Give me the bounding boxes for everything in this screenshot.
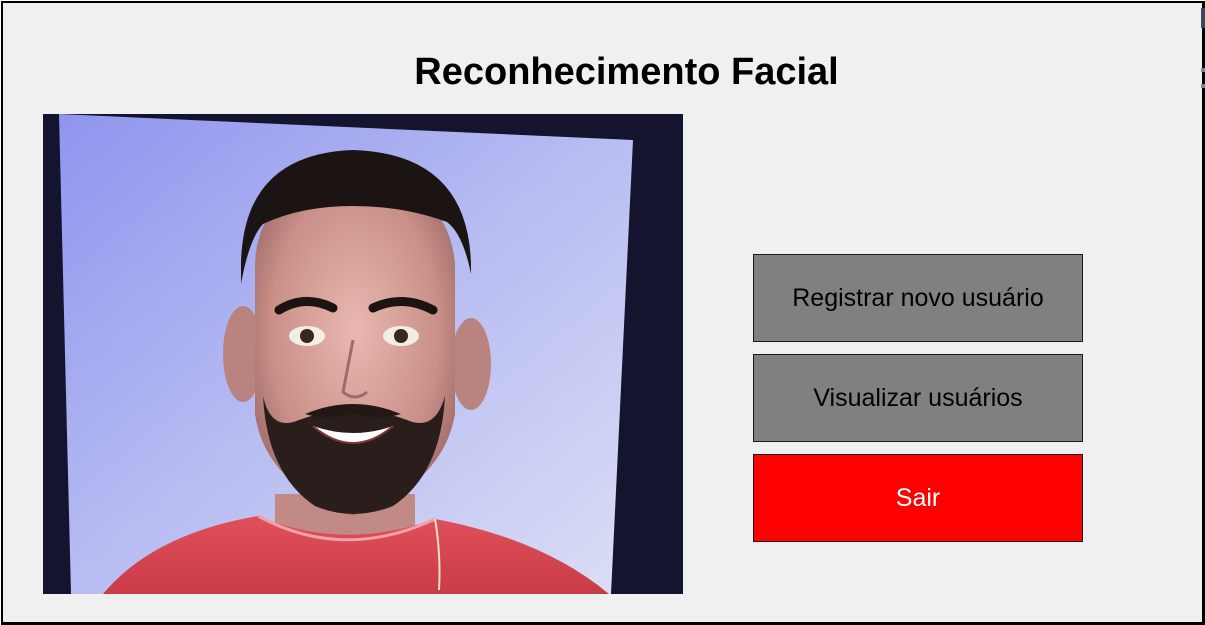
view-users-button[interactable]: Visualizar usuários xyxy=(753,354,1083,442)
camera-feed xyxy=(43,114,683,594)
page-title: Reconhecimento Facial xyxy=(414,51,839,93)
register-user-button[interactable]: Registrar novo usuário xyxy=(753,254,1083,342)
face-photo-image xyxy=(43,114,683,594)
window-edge-artifact xyxy=(1201,8,1205,88)
exit-button[interactable]: Sair xyxy=(753,454,1083,542)
app-window: Reconhecimento Facial Registrar novo usu… xyxy=(1,1,1205,625)
